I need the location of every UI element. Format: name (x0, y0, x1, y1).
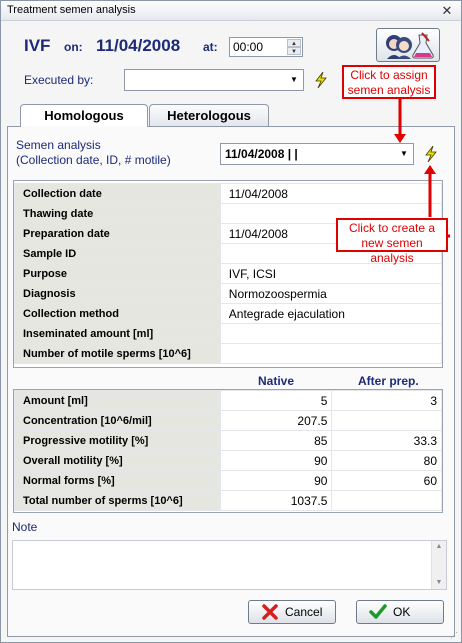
after-prep-value-cell[interactable]: 3 (331, 390, 442, 411)
measurement-label: Amount [ml] (14, 390, 221, 411)
ok-label: OK (393, 605, 411, 619)
assign-annotation: Click to assign semen analysis (342, 65, 436, 99)
measurement-row: Normal forms [%] 90 60 (14, 470, 442, 491)
details-row: Number of motile sperms [10^6] (14, 343, 443, 364)
scroll-track[interactable] (432, 553, 446, 577)
details-row-label: Collection date (14, 183, 221, 204)
procedure-label: IVF (24, 36, 51, 55)
details-row-value[interactable]: Normozoospermia (219, 283, 443, 304)
native-value-cell[interactable]: 90 (219, 470, 333, 491)
details-row-label: Inseminated amount [ml] (14, 323, 221, 344)
assign-annotation-line2: semen analysis (347, 83, 431, 97)
details-row-label: Collection method (14, 303, 221, 324)
create-annotation: Click to create a new semen analysis (336, 218, 448, 265)
native-value-cell[interactable]: 1037.5 (219, 490, 333, 511)
executed-by-select[interactable]: ▼ (124, 69, 304, 91)
create-annotation-line2: new semen analysis (361, 236, 423, 265)
measurement-row: Amount [ml] 5 3 (14, 390, 442, 411)
details-row-value[interactable] (219, 343, 443, 364)
details-row-label: Purpose (14, 263, 221, 284)
native-value-cell[interactable]: 207.5 (219, 410, 333, 431)
scroll-down-icon[interactable]: ▼ (432, 577, 446, 589)
measurement-label: Progressive motility [%] (14, 430, 221, 451)
at-label: at: (203, 40, 218, 54)
chevron-down-icon[interactable]: ▼ (287, 72, 301, 88)
couple-flask-icon (386, 32, 434, 59)
measurements-table: Amount [ml] 5 3 Concentration [10^6/mil] 207… (14, 390, 442, 511)
after-prep-value-cell[interactable]: 60 (331, 470, 442, 491)
semen-analysis-label-line1: Semen analysis (16, 138, 101, 152)
window-title: Treatment semen analysis (7, 4, 136, 16)
native-value-cell[interactable]: 90 (219, 450, 333, 471)
spin-up-icon[interactable]: ▲ (287, 39, 301, 47)
note-textarea[interactable] (13, 541, 431, 589)
native-value-cell[interactable]: 5 (219, 390, 333, 411)
lightning-icon[interactable] (424, 146, 438, 162)
semen-analysis-select[interactable]: 11/04/2008 | | ▼ (220, 143, 414, 165)
spin-down-icon[interactable]: ▼ (287, 47, 301, 55)
measurement-row: Overall motility [%] 90 80 (14, 450, 442, 471)
measurement-label: Concentration [10^6/mil] (14, 410, 221, 431)
measurement-row: Progressive motility [%] 85 33.3 (14, 430, 442, 451)
create-annotation-line1: Click to create a (348, 221, 436, 235)
resize-grip-icon[interactable]: ⋰ (450, 631, 460, 641)
measurement-label: Total number of sperms [10^6] (14, 490, 221, 511)
note-field[interactable]: ▲ ▼ (12, 540, 447, 590)
details-row-label: Number of motile sperms [10^6] (14, 343, 221, 364)
details-row-value[interactable]: Antegrade ejaculation (219, 303, 443, 324)
on-label: on: (64, 40, 83, 54)
details-row-value[interactable] (219, 323, 443, 344)
lightning-icon[interactable] (314, 72, 328, 88)
details-row-label: Sample ID (14, 243, 221, 264)
checkmark-icon (369, 604, 387, 619)
measurement-row: Total number of sperms [10^6] 1037.5 (14, 490, 442, 511)
after-prep-value-cell[interactable]: 80 (331, 450, 442, 471)
procedure-date: 11/04/2008 (96, 36, 181, 55)
details-row: Collection method Antegrade ejaculation (14, 303, 443, 324)
executed-by-label: Executed by: (24, 73, 94, 87)
semen-analysis-label: Semen analysis (Collection date, ID, # m… (16, 138, 171, 168)
note-scrollbar[interactable]: ▲ ▼ (431, 541, 446, 589)
details-row: Inseminated amount [ml] (14, 323, 443, 344)
details-table: Collection date 11/04/2008 Thawing date Pre… (14, 183, 443, 364)
cancel-button[interactable]: Cancel (248, 600, 336, 624)
details-row-label: Diagnosis (14, 283, 221, 304)
measurement-label: Normal forms [%] (14, 470, 221, 491)
time-spin[interactable]: ▲ ▼ (287, 39, 301, 55)
measurement-row: Concentration [10^6/mil] 207.5 (14, 410, 442, 431)
after-prep-value-cell[interactable] (331, 410, 442, 431)
measurement-label: Overall motility [%] (14, 450, 221, 471)
time-input[interactable] (230, 38, 286, 56)
details-row-label: Thawing date (14, 203, 221, 224)
scroll-up-icon[interactable]: ▲ (432, 541, 446, 553)
chevron-down-icon[interactable]: ▼ (397, 146, 411, 162)
after-prep-value-cell[interactable] (331, 490, 442, 511)
note-label: Note (12, 520, 38, 534)
details-row-value[interactable]: 11/04/2008 (219, 183, 443, 204)
active-tab-seam (21, 126, 147, 128)
cancel-x-icon (262, 604, 278, 620)
native-column-header: Native (258, 374, 295, 388)
tab-heterologous[interactable]: Heterologous (149, 104, 269, 127)
native-value-cell[interactable]: 85 (219, 430, 333, 451)
time-stepper[interactable]: ▲ ▼ (229, 37, 303, 57)
patient-couple-button[interactable] (376, 28, 440, 62)
tab-homologous[interactable]: Homologous (20, 104, 148, 128)
close-icon[interactable]: ✕ (439, 4, 455, 18)
details-row-label: Preparation date (14, 223, 221, 244)
details-row: Collection date 11/04/2008 (14, 183, 443, 204)
after-prep-value-cell[interactable]: 33.3 (331, 430, 442, 451)
details-row: Purpose IVF, ICSI (14, 263, 443, 284)
details-row: Diagnosis Normozoospermia (14, 283, 443, 304)
semen-analysis-label-line2: (Collection date, ID, # motile) (16, 153, 171, 167)
ok-button[interactable]: OK (356, 600, 444, 624)
after-prep-column-header: After prep. (358, 374, 419, 388)
title-bar[interactable]: Treatment semen analysis ✕ (1, 1, 461, 21)
cancel-label: Cancel (285, 605, 323, 619)
semen-analysis-value: 11/04/2008 | | (225, 147, 298, 161)
details-row-value[interactable]: IVF, ICSI (219, 263, 443, 284)
assign-annotation-line1: Click to assign (350, 68, 428, 82)
